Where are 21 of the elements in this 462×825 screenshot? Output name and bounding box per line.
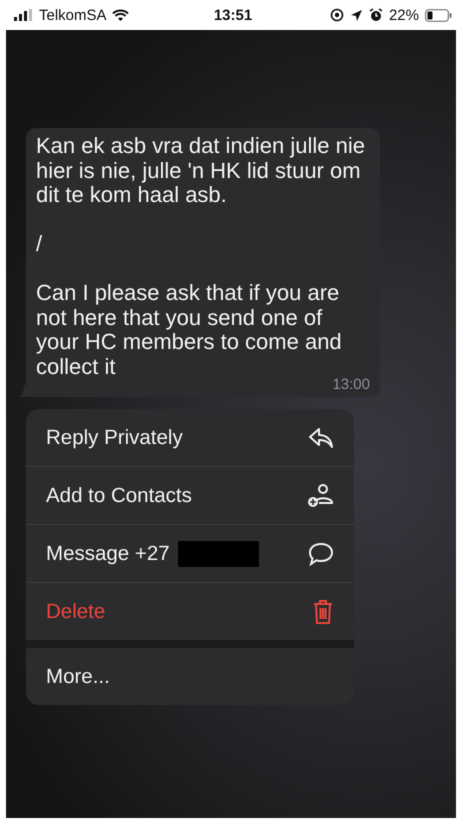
message-time: 13:00 bbox=[332, 377, 370, 393]
location-arrow-icon bbox=[350, 8, 363, 22]
message-text: / bbox=[36, 232, 44, 256]
speech-bubble-icon bbox=[308, 542, 334, 566]
message-text: Can I please ask that if you are not here that you send one of your HC members to come and collect it bbox=[36, 281, 343, 378]
wifi-icon bbox=[112, 9, 129, 21]
message-text: Kan ek asb vra dat indien julle nie hier is nie, julle 'n HK lid stuur om dit te kom haal asb. bbox=[36, 134, 366, 208]
alarm-clock-icon bbox=[368, 8, 383, 22]
menu-item[interactable]: Reply Privately bbox=[26, 409, 354, 466]
clock-time: 13:51 bbox=[214, 6, 252, 24]
carrier-name: TelkomSA bbox=[39, 6, 107, 24]
menu-item[interactable]: Add to Contacts bbox=[26, 466, 354, 524]
add-contact-icon bbox=[306, 482, 334, 508]
rotation-lock-icon bbox=[330, 8, 344, 22]
battery-percentage: 22% bbox=[388, 6, 419, 24]
signal-icon bbox=[14, 9, 34, 21]
trash-icon bbox=[312, 598, 334, 624]
menu-item[interactable]: Message +27 bbox=[26, 524, 354, 582]
reply-icon bbox=[308, 426, 334, 448]
battery-icon bbox=[425, 8, 452, 22]
menu-item[interactable]: More... bbox=[26, 648, 354, 705]
